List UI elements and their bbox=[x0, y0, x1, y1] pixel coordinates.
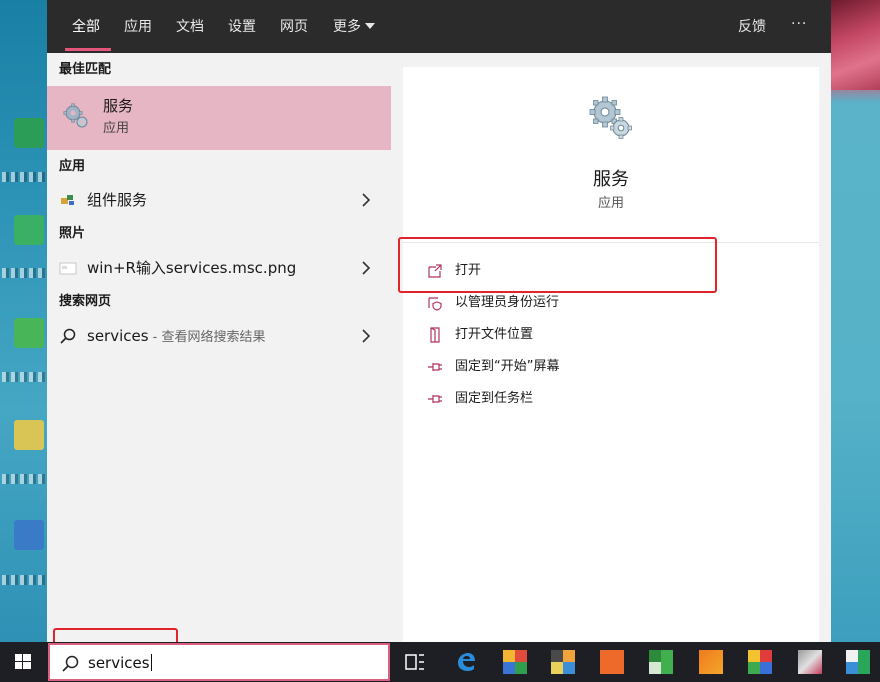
tab-all[interactable]: 全部 bbox=[72, 17, 100, 37]
section-apps: 应用 bbox=[59, 159, 86, 174]
action-label: 打开文件位置 bbox=[455, 327, 534, 342]
action-pin-to-start[interactable]: 固定到“开始”屏幕 bbox=[403, 351, 819, 383]
app-icon[interactable] bbox=[551, 650, 575, 674]
section-web-search: 搜索网页 bbox=[59, 294, 112, 309]
search-value: services bbox=[88, 654, 150, 672]
result-label: win+R输入services.msc.png bbox=[87, 259, 297, 277]
search-filter-bar: 全部 应用 文档 设置 网页 更多 反馈 ··· bbox=[47, 0, 831, 53]
search-icon bbox=[62, 655, 79, 672]
search-start-menu: 全部 应用 文档 设置 网页 更多 反馈 ··· 最佳匹配 服务 应用 应用 组… bbox=[47, 0, 831, 642]
component-services-icon bbox=[61, 195, 74, 205]
action-label: 打开 bbox=[455, 263, 482, 278]
action-label: 固定到“开始”屏幕 bbox=[455, 359, 560, 374]
action-label: 以管理员身份运行 bbox=[455, 295, 560, 310]
gear-services-icon bbox=[63, 103, 88, 128]
action-open[interactable]: 打开 bbox=[403, 255, 819, 287]
tab-more[interactable]: 更多 bbox=[333, 17, 375, 37]
result-web-search[interactable]: services - 查看网络搜索结果 bbox=[47, 319, 391, 353]
tab-apps[interactable]: 应用 bbox=[124, 17, 152, 37]
action-label: 固定到任务栏 bbox=[455, 391, 534, 406]
active-tab-indicator bbox=[65, 48, 111, 51]
detail-subtitle: 应用 bbox=[597, 196, 624, 211]
taskbar: services bbox=[0, 642, 880, 682]
result-component-services[interactable]: 组件服务 bbox=[47, 183, 391, 217]
image-icon bbox=[59, 262, 77, 275]
result-label: 组件服务 bbox=[87, 191, 148, 209]
tab-documents[interactable]: 文档 bbox=[176, 17, 204, 37]
more-options-button[interactable]: ··· bbox=[791, 14, 807, 34]
task-view-icon[interactable] bbox=[403, 650, 427, 674]
best-match-title: 服务 bbox=[103, 97, 134, 115]
desktop-icon[interactable] bbox=[14, 118, 44, 148]
search-results-list: 最佳匹配 服务 应用 应用 组件服务 照片 win+R输入services.ms… bbox=[47, 53, 391, 642]
shield-icon bbox=[428, 297, 442, 311]
result-label: services - 查看网络搜索结果 bbox=[87, 326, 266, 348]
desktop-icon[interactable] bbox=[14, 215, 44, 245]
pin-icon bbox=[428, 363, 442, 371]
app-icon[interactable] bbox=[503, 650, 527, 674]
result-photo[interactable]: win+R输入services.msc.png bbox=[47, 251, 391, 285]
app-icon[interactable] bbox=[846, 650, 870, 674]
action-open-file-location[interactable]: 打开文件位置 bbox=[403, 319, 819, 351]
gear-services-icon bbox=[589, 96, 632, 139]
file-location-icon bbox=[430, 327, 440, 343]
app-icon[interactable] bbox=[649, 650, 673, 674]
action-pin-to-taskbar[interactable]: 固定到任务栏 bbox=[403, 383, 819, 415]
tab-web[interactable]: 网页 bbox=[280, 17, 308, 37]
feedback-button[interactable]: 反馈 bbox=[738, 17, 766, 37]
desktop-icons-column bbox=[0, 0, 47, 642]
text-cursor bbox=[150, 654, 152, 671]
best-match-subtitle: 应用 bbox=[103, 121, 130, 136]
taskbar-search-box[interactable]: services bbox=[48, 643, 390, 681]
app-icon[interactable] bbox=[748, 650, 772, 674]
start-button[interactable] bbox=[0, 642, 46, 682]
detail-pane: 服务 应用 打开 以管理员身份运行 打开文件位置 固定到“开始”屏幕 固定到任务… bbox=[403, 67, 819, 642]
search-input[interactable]: services bbox=[88, 653, 152, 673]
desktop-icon[interactable] bbox=[14, 520, 44, 550]
web-query-suffix: - 查看网络搜索结果 bbox=[148, 330, 266, 345]
divider bbox=[403, 242, 819, 243]
app-icon[interactable] bbox=[798, 650, 822, 674]
web-query: services bbox=[87, 327, 149, 345]
chevron-right-icon[interactable] bbox=[361, 261, 371, 275]
action-run-as-admin[interactable]: 以管理员身份运行 bbox=[403, 287, 819, 319]
tab-settings[interactable]: 设置 bbox=[228, 17, 256, 37]
app-icon[interactable] bbox=[600, 650, 624, 674]
desktop-icon[interactable] bbox=[14, 420, 44, 450]
detail-title: 服务 bbox=[593, 169, 629, 190]
search-icon bbox=[60, 328, 76, 344]
app-icon[interactable] bbox=[699, 650, 723, 674]
edge-icon[interactable] bbox=[454, 650, 478, 674]
pin-icon bbox=[428, 395, 442, 403]
best-match-result[interactable]: 服务 应用 bbox=[47, 86, 391, 150]
desktop-wallpaper-right bbox=[831, 0, 880, 642]
section-photos: 照片 bbox=[59, 226, 86, 241]
chevron-right-icon[interactable] bbox=[361, 193, 371, 207]
desktop-icon[interactable] bbox=[14, 318, 44, 348]
chevron-down-icon bbox=[365, 23, 375, 29]
windows-icon bbox=[15, 654, 31, 669]
section-best-match: 最佳匹配 bbox=[59, 62, 112, 77]
chevron-right-icon[interactable] bbox=[361, 329, 371, 343]
open-icon bbox=[428, 264, 442, 278]
tab-more-label: 更多 bbox=[333, 19, 361, 35]
